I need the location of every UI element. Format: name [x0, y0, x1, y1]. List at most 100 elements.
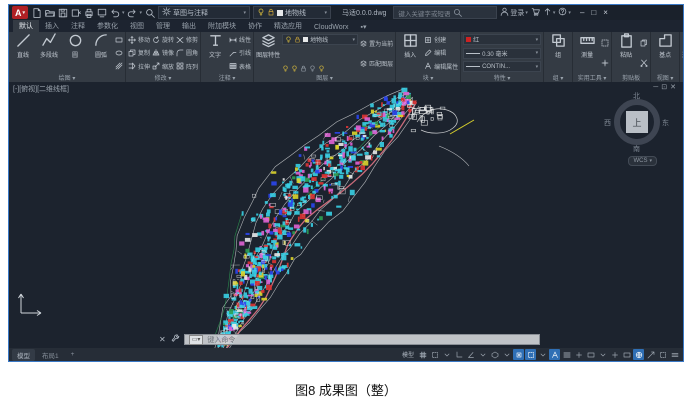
drawing-canvas[interactable]: [-][俯视][二维线框] ─⊡✕ 北 南 西 东 上 WCS▾ ✕ ▭▾ 键入… [9, 82, 683, 348]
panel-label-modify[interactable]: 修改 ▾ [128, 73, 198, 82]
circle-button[interactable]: 圆 [63, 33, 87, 73]
object-isolate-icon[interactable] [609, 349, 620, 360]
snap-menu-caret[interactable] [441, 349, 452, 360]
undo-icon[interactable] [109, 7, 120, 18]
linetype-dropdown[interactable]: CONTIN...▾ [463, 61, 541, 72]
command-prompt-icon[interactable]: ▭▾ [189, 335, 204, 345]
redo-icon[interactable] [127, 7, 138, 18]
saveas-icon[interactable] [70, 7, 81, 18]
regen-icon[interactable] [144, 7, 155, 18]
application-menu-button[interactable]: A▾ [12, 6, 28, 19]
annotation-monitor-icon[interactable] [621, 349, 632, 360]
quickselect-button[interactable] [601, 38, 609, 49]
annotation-scale-icon[interactable] [573, 349, 584, 360]
clean-screen-icon[interactable] [657, 349, 668, 360]
drawing-window-controls[interactable]: ─⊡✕ [653, 83, 679, 91]
signin-button[interactable]: 登录 ▾ [500, 7, 528, 18]
panel-label-draw[interactable]: 绘图 ▾ [11, 73, 123, 82]
new-icon[interactable] [31, 7, 42, 18]
open-icon[interactable] [44, 7, 55, 18]
group-button[interactable]: 组 [546, 33, 570, 73]
viewport-controls[interactable]: [-][俯视][二维线框] [13, 84, 69, 94]
polyline-button[interactable]: 多段线 [37, 33, 61, 73]
cut-button[interactable] [640, 58, 648, 69]
isodraft-icon[interactable] [489, 349, 500, 360]
layout1-tab[interactable]: 布局1 [37, 349, 64, 361]
polar-menu-caret[interactable] [477, 349, 488, 360]
置为当前-button[interactable]: 置为当前 [360, 39, 393, 48]
graphics-performance-icon[interactable] [633, 349, 644, 360]
model-tab[interactable]: 模型 [12, 349, 35, 361]
viewcube-south[interactable]: 南 [633, 144, 640, 154]
匹配图层-button[interactable]: 匹配图层 [360, 59, 393, 68]
close-button[interactable]: × [603, 8, 608, 17]
object-color-dropdown[interactable]: 红▾ [463, 34, 541, 45]
autoscale-icon[interactable] [645, 349, 656, 360]
table-button[interactable]: 表格 [229, 61, 251, 72]
snap-icon[interactable] [429, 349, 440, 360]
ribbon-tab-默认[interactable]: 默认 [13, 20, 39, 32]
print-icon[interactable] [83, 7, 94, 18]
lineweight-dropdown[interactable]: 0.30 毫米▾ [463, 48, 541, 59]
grid-icon[interactable] [417, 349, 428, 360]
ortho-icon[interactable] [453, 349, 464, 360]
panel-label-layers[interactable]: 图层 ▾ [256, 73, 393, 82]
isodraft-caret[interactable] [501, 349, 512, 360]
stretch-button[interactable]: 拉伸 [128, 61, 150, 72]
panel-label-annotate[interactable]: 注释 ▾ [203, 73, 251, 82]
ribbon-tab-注释[interactable]: 注释 [65, 20, 91, 32]
ribbon-tab-输出[interactable]: 输出 [176, 20, 202, 32]
panel-label-view[interactable]: 视图 ▾ [653, 73, 677, 82]
workspace-dropdown[interactable]: 草图与注释 ▾ [158, 6, 250, 19]
array-button[interactable]: 阵列 [176, 61, 198, 72]
customization-icon[interactable] [669, 349, 680, 360]
viewcube-top-face[interactable]: 上 [626, 111, 648, 133]
maximize-button[interactable]: □ [591, 8, 596, 17]
search-box[interactable]: 键入关键字或短语 [393, 6, 497, 19]
command-line[interactable]: ▭▾ 键入命令 [184, 334, 540, 345]
panel-label-properties[interactable]: 特性 ▾ [463, 73, 541, 82]
ribbon-tab-视图[interactable]: 视图 [124, 20, 150, 32]
ribbon-tab-协作[interactable]: 协作 [242, 20, 268, 32]
dynamic-input-icon[interactable] [549, 349, 560, 360]
base-button[interactable]: 基点 [653, 33, 677, 73]
viewcube-west[interactable]: 西 [604, 118, 611, 128]
ribbon-tab-精选应用[interactable]: 精选应用 [268, 20, 308, 32]
model-space-label[interactable]: 模型 [402, 350, 414, 359]
viewcube-north[interactable]: 北 [633, 91, 640, 101]
viewcube-east[interactable]: 东 [662, 118, 669, 128]
lineweight-display-icon[interactable] [561, 349, 572, 360]
redo-icon-caret[interactable]: ▾ [140, 10, 143, 16]
viewcube[interactable]: 北 南 西 东 上 [609, 94, 665, 150]
measure-button[interactable]: 测量 [575, 33, 599, 73]
help-button[interactable]: ▾ [558, 7, 571, 18]
hand-button[interactable]: 选择模式 [682, 33, 683, 73]
panel-label-block[interactable]: 块 ▾ [398, 73, 458, 82]
workspace-switching-icon[interactable] [585, 349, 596, 360]
search-icon[interactable] [453, 4, 462, 22]
wcs-dropdown[interactable]: WCS▾ [628, 156, 657, 166]
ribbon-tab-CloudWorx[interactable]: CloudWorx [308, 23, 355, 32]
object-snap-tracking-icon[interactable] [525, 349, 536, 360]
ribbon-tab-overflow[interactable]: ▪▾ [355, 22, 373, 32]
app-store-button[interactable] [531, 7, 540, 18]
minimize-button[interactable]: – [580, 8, 584, 17]
ribbon-tab-附加模块[interactable]: 附加模块 [202, 20, 242, 32]
osnap-caret[interactable] [537, 349, 548, 360]
attr-button[interactable]: 编辑属性 [424, 61, 458, 72]
text-button[interactable]: 文字 [203, 33, 227, 73]
arc-button[interactable]: 圆弧 [89, 33, 113, 73]
layer-quick-dropdown[interactable]: 地物线 ▾ [253, 6, 331, 19]
panel-label-groups[interactable]: 组 ▾ [546, 73, 570, 82]
insert-button[interactable]: 插入 [398, 33, 422, 73]
wrench-icon[interactable] [171, 334, 180, 345]
layer-dropdown[interactable]: 地物线▾ [282, 34, 358, 45]
polar-tracking-icon[interactable] [465, 349, 476, 360]
ribbon-tab-插入[interactable]: 插入 [39, 20, 65, 32]
command-close-icon[interactable]: ✕ [159, 335, 166, 344]
line-button[interactable]: 直线 [11, 33, 35, 73]
workspace-caret[interactable] [597, 349, 608, 360]
hatch-button[interactable] [115, 61, 123, 72]
ribbon-tab-参数化[interactable]: 参数化 [91, 20, 124, 32]
scale-button[interactable]: 缩放 [152, 61, 174, 72]
